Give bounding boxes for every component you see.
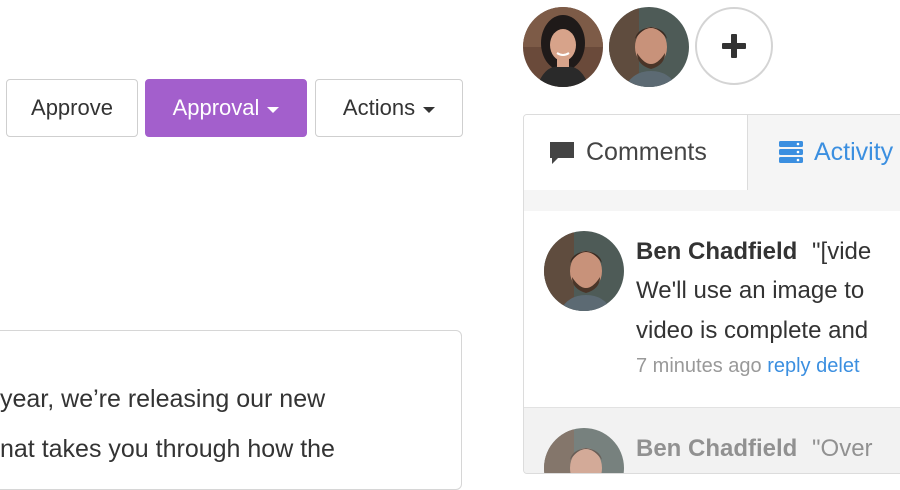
comment-author: Ben Chadfield [636, 435, 798, 462]
tab-comments[interactable]: Comments [524, 115, 748, 190]
comment-item: Ben Chadfield "Over [524, 407, 900, 473]
comment-avatar [544, 231, 624, 311]
tab-activity-label: Activity [814, 137, 894, 166]
content-line: nat takes you through how the [0, 435, 335, 463]
avatar-photo-woman [523, 7, 603, 87]
speech-bubble-icon [550, 141, 574, 164]
avatar-member-2[interactable] [609, 7, 689, 87]
tab-activity[interactable]: Activity [778, 115, 893, 189]
comment-quote: "Over [812, 435, 873, 462]
content-line: year, we’re releasing our new [0, 385, 326, 413]
plus-icon [722, 34, 746, 58]
comment-item: Ben Chadfield "[vide We'll use an image … [524, 211, 900, 409]
comment-text-line: We'll use an image to [636, 277, 865, 304]
caret-down-icon [267, 106, 280, 113]
actions-dropdown-button[interactable]: Actions [315, 79, 463, 137]
comment-avatar [544, 428, 624, 473]
approval-dropdown-button[interactable]: Approval [145, 79, 307, 137]
delete-link[interactable]: delet [816, 355, 859, 377]
comment-timestamp: 7 minutes ago [636, 355, 762, 377]
avatar-photo-man [544, 231, 624, 311]
content-text: year, we’re releasing our new nat takes … [0, 374, 440, 474]
comment-quote: "[vide [812, 238, 872, 265]
tab-comments-label: Comments [586, 138, 707, 166]
comment-author: Ben Chadfield [636, 238, 798, 265]
approval-button-label: Approval [172, 95, 260, 120]
approve-button[interactable]: Approve [6, 79, 138, 137]
approve-button-label: Approve [31, 95, 113, 120]
caret-down-icon [423, 106, 436, 113]
actions-button-label: Actions [342, 95, 416, 120]
reply-link[interactable]: reply [767, 355, 810, 377]
panel-tabbar: Comments Activity [524, 115, 900, 212]
comment-text-line: video is complete and [636, 317, 869, 344]
comments-panel: Comments Activity Ben Chadfield "[vide W… [523, 114, 900, 474]
avatar-photo-man [544, 428, 624, 473]
avatar-member-1[interactable] [523, 7, 603, 87]
avatar-photo-man [609, 7, 689, 87]
stack-icon [779, 141, 803, 163]
add-member-button[interactable] [695, 7, 773, 85]
